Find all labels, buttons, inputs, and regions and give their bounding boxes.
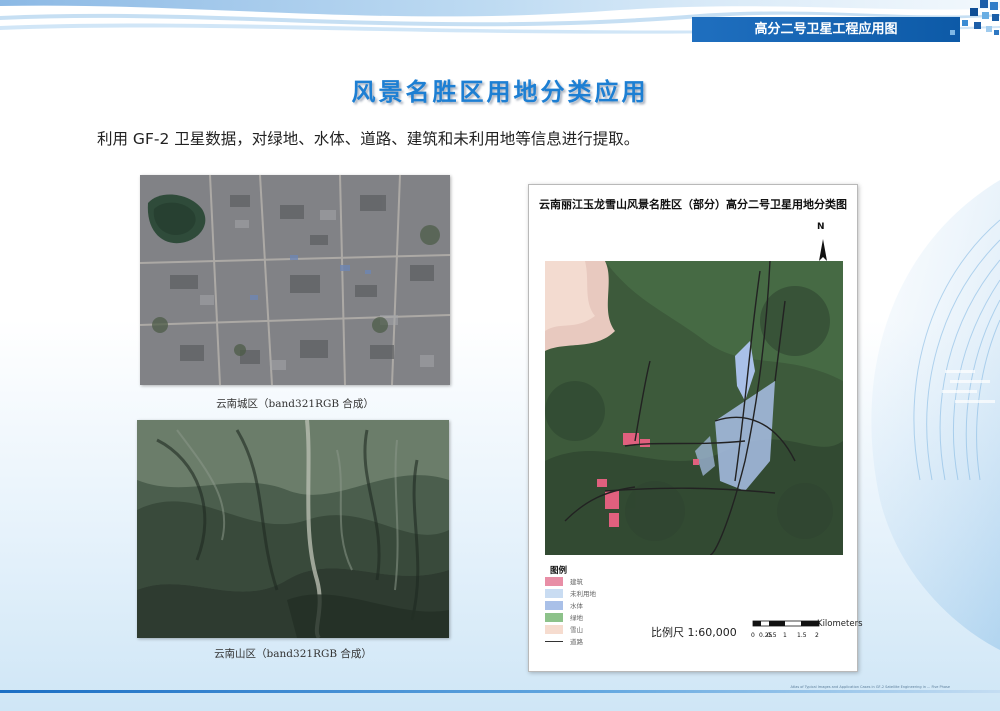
north-arrow-icon xyxy=(819,239,827,261)
urban-image-caption: 云南城区（band321RGB 合成） xyxy=(216,398,374,410)
mosaic-decoration xyxy=(950,0,999,35)
legend-item: 建筑 xyxy=(545,576,665,587)
legend-label: 雪山 xyxy=(570,626,583,634)
legend-swatch xyxy=(545,577,563,586)
intro-text: 利用 GF-2 卫星数据，对绿地、水体、道路、建筑和未利用地等信息进行提取。 xyxy=(97,130,640,148)
legend-label: 建筑 xyxy=(570,578,583,586)
legend-item: 道路 xyxy=(545,636,665,647)
mountain-image-caption: 云南山区（band321RGB 合成） xyxy=(214,648,372,660)
legend-line xyxy=(545,641,563,642)
legend-label: 绿地 xyxy=(570,614,583,622)
legend-swatch xyxy=(545,613,563,622)
legend-title: 图例 xyxy=(550,566,568,576)
scale-tick: 2 xyxy=(815,632,819,639)
legend-swatch xyxy=(545,601,563,610)
scale-tick: 0 xyxy=(751,632,755,639)
scale-bar: 0 0.25 0.5 1 1.5 2 xyxy=(751,620,820,639)
footer-line xyxy=(0,690,1000,693)
map-title: 云南丽江玉龙雪山风景名胜区（部分）高分二号卫星用地分类图 xyxy=(539,198,847,211)
legend-item: 绿地 xyxy=(545,612,665,623)
scale-tick: 0.5 xyxy=(767,632,777,639)
header-title: 高分二号卫星工程应用图 xyxy=(692,17,960,42)
legend-label: 水体 xyxy=(570,602,583,610)
map-area xyxy=(545,261,843,555)
legend-item: 雪山 xyxy=(545,624,665,635)
legend-swatch xyxy=(545,589,563,598)
page-title: 风景名胜区用地分类应用 xyxy=(351,78,649,106)
scale-tick: 1.5 xyxy=(797,632,807,639)
page: 高分二号卫星工程应用图 风景名胜区用地分类应用 利用 GF-2 卫星数据，对绿地… xyxy=(0,0,1000,711)
classification-map: 云南丽江玉龙雪山风景名胜区（部分）高分二号卫星用地分类图 N 图例 建筑 未利用… xyxy=(528,184,863,672)
mountain-satellite-image xyxy=(137,420,449,638)
legend-swatch xyxy=(545,625,563,634)
scale-tick: 1 xyxy=(783,632,787,639)
legend-item: 未利用地 xyxy=(545,588,665,599)
legend-item: 水体 xyxy=(545,600,665,611)
legend-label: 道路 xyxy=(570,638,583,646)
footer-text: Atlas of Typical Images and Application … xyxy=(790,685,950,689)
urban-satellite-image xyxy=(140,175,450,385)
legend-label: 未利用地 xyxy=(570,590,596,598)
scale-text: 比例尺 1:60,000 xyxy=(651,626,737,639)
